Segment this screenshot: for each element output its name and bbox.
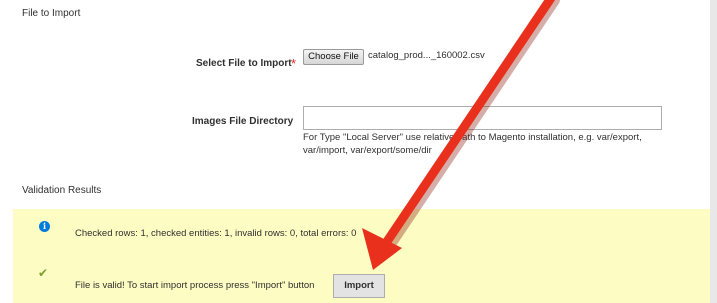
validation-info-message: Checked rows: 1, checked entities: 1, in… <box>75 228 357 239</box>
choose-file-button[interactable]: Choose File <box>303 49 364 65</box>
right-border <box>710 0 717 303</box>
images-dir-label: Images File Directory <box>192 116 294 127</box>
selected-file-name: catalog_prod..._160002.csv <box>368 50 485 61</box>
import-button[interactable]: Import <box>333 274 385 298</box>
images-dir-note: For Type "Local Server" use relative pat… <box>303 132 642 156</box>
validation-results-title: Validation Results <box>22 185 102 196</box>
select-file-label: Select File to Import <box>196 58 292 69</box>
file-to-import-title: File to Import <box>22 8 81 19</box>
required-asterisk: * <box>291 56 297 71</box>
images-dir-input[interactable] <box>303 106 662 130</box>
checkmark-icon: ✔ <box>38 266 49 280</box>
validation-success-message: File is valid! To start import process p… <box>75 280 315 291</box>
info-icon: i <box>39 221 50 232</box>
